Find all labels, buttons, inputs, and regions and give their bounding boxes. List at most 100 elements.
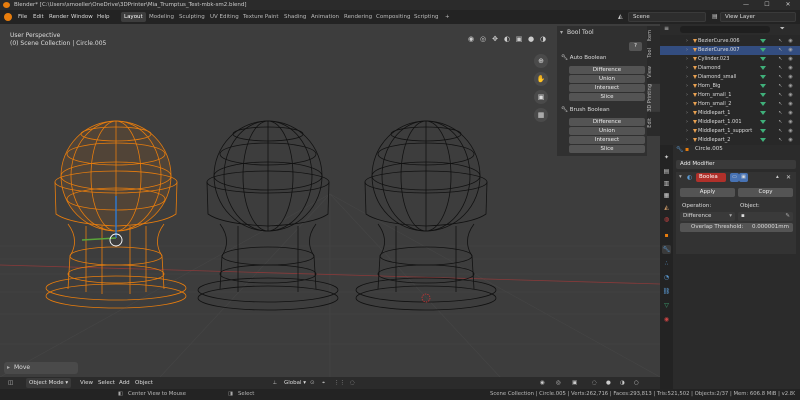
show-render-icon[interactable]: ▣ (739, 173, 748, 182)
outliner-item[interactable]: › Middlepart_1.001 ↖ ◉ (660, 118, 800, 127)
particles-tab-icon[interactable]: ∴ (662, 259, 671, 268)
tab-modeling[interactable]: Modeling (146, 12, 177, 22)
expand-icon[interactable]: › (686, 91, 688, 100)
expand-icon[interactable]: › (686, 64, 688, 73)
menu-render[interactable]: Render (49, 10, 69, 24)
select-toggle-icon[interactable]: ↖ (777, 83, 784, 90)
filter-icon[interactable]: ⏷ (780, 25, 785, 33)
shading-icon[interactable]: ◐ (502, 34, 512, 44)
material-shading-icon[interactable]: ◑ (538, 34, 548, 44)
maximize-button[interactable]: ☐ (757, 0, 777, 10)
tab-scripting[interactable]: Scripting (411, 12, 441, 22)
outliner-item[interactable]: › Middlepart_1_support ↖ ◉ (660, 127, 800, 136)
menu-select[interactable]: Select (98, 377, 115, 389)
object-field[interactable]: ▪ ✎ (738, 212, 793, 221)
tab-edit[interactable]: Edit (647, 118, 660, 128)
mode-selector[interactable]: Object Mode ▾ (26, 378, 72, 388)
data-tab-icon[interactable]: ▽ (662, 301, 671, 310)
material-tab-icon[interactable]: ◉ (662, 315, 671, 324)
menu-edit[interactable]: Edit (33, 10, 44, 24)
select-toggle-icon[interactable]: ↖ (777, 92, 784, 99)
select-toggle-icon[interactable]: ↖ (777, 74, 784, 81)
menu-help[interactable]: Help (97, 10, 110, 24)
expand-icon[interactable]: › (686, 37, 688, 46)
tab-compositing[interactable]: Compositing (373, 12, 413, 22)
overlays-icon[interactable]: ◎ (556, 377, 561, 389)
select-toggle-icon[interactable]: ↖ (777, 38, 784, 45)
expand-icon[interactable]: › (686, 73, 688, 82)
object-wireframe-3[interactable] (355, 120, 497, 311)
select-toggle-icon[interactable]: ↖ (777, 56, 784, 63)
collapse-icon[interactable]: ▾ (679, 174, 682, 180)
outliner-item[interactable]: › BezierCurve.006 ↖ ◉ (660, 37, 800, 46)
overlap-threshold-field[interactable]: Overlap Threshold: 0.000001mm (680, 223, 793, 232)
outliner-item[interactable]: › Horn_small_2 ↖ ◉ (660, 100, 800, 109)
tab-layout[interactable]: Layout (121, 12, 146, 22)
pivot-icon[interactable]: ⊙ (310, 377, 315, 389)
auto-intersect-button[interactable]: Intersect (569, 84, 645, 92)
expand-icon[interactable]: › (686, 100, 688, 109)
scene-selector[interactable]: Scene (628, 12, 706, 22)
expand-icon[interactable]: › (686, 82, 688, 91)
outliner-item[interactable]: › Horn_Big ↖ ◉ (660, 82, 800, 91)
select-toggle-icon[interactable]: ↖ (777, 110, 784, 117)
outliner-item[interactable]: › BezierCurve.007 ↖ ◉ (660, 46, 800, 55)
tab-tool[interactable]: Tool (647, 48, 660, 58)
close-button[interactable]: ✕ (778, 0, 798, 10)
auto-difference-button[interactable]: Difference (569, 66, 645, 74)
eye-icon[interactable]: ◉ (787, 74, 794, 81)
add-workspace-button[interactable]: + (442, 12, 453, 22)
scene-tab-icon[interactable]: ◭ (662, 203, 671, 212)
grid-icon[interactable]: ▦ (534, 108, 548, 122)
eye-icon[interactable]: ◉ (787, 38, 794, 45)
expand-icon[interactable]: › (686, 46, 688, 55)
menu-add[interactable]: Add (119, 377, 130, 389)
editor-type-icon[interactable]: ◫ (8, 377, 13, 389)
tab-texture-paint[interactable]: Texture Paint (240, 12, 282, 22)
eye-icon[interactable]: ◉ (787, 47, 794, 54)
object-wireframe-2[interactable] (197, 120, 339, 311)
menu-object[interactable]: Object (135, 377, 153, 389)
menu-file[interactable]: File (18, 10, 27, 24)
select-toggle-icon[interactable]: ↖ (777, 101, 784, 108)
operation-select[interactable]: Difference ▾ (680, 212, 735, 221)
minimize-button[interactable]: — (736, 0, 756, 10)
modifier-tab-icon[interactable]: 🔧︎ (662, 245, 671, 254)
expand-icon[interactable]: › (686, 127, 688, 136)
add-modifier-button[interactable]: Add Modifier (676, 160, 796, 169)
tab-rendering[interactable]: Rendering (341, 12, 375, 22)
outliner-item[interactable]: › Middlepart_1 ↖ ◉ (660, 109, 800, 118)
bool-tool-header[interactable]: ▾ Bool Tool (557, 26, 647, 40)
select-toggle-icon[interactable]: ↖ (777, 119, 784, 126)
last-operator-panel[interactable]: ▸ Move (4, 362, 78, 374)
outliner-search-input[interactable] (680, 26, 770, 33)
world-tab-icon[interactable]: ◍ (662, 215, 671, 224)
eye-icon[interactable]: ◉ (787, 83, 794, 90)
tab-shading[interactable]: Shading (281, 12, 309, 22)
xray-icon[interactable]: ▣ (514, 34, 524, 44)
help-button[interactable]: ? (629, 42, 642, 51)
select-toggle-icon[interactable]: ↖ (777, 47, 784, 54)
modifier-name-field[interactable]: Boolea (696, 173, 726, 182)
eye-icon[interactable]: ◉ (787, 92, 794, 99)
menu-view[interactable]: View (80, 377, 93, 389)
outliner-type-icon[interactable]: ≡ (664, 25, 669, 32)
tab-sculpting[interactable]: Sculpting (176, 12, 208, 22)
expand-icon[interactable]: › (686, 55, 688, 64)
tab-item[interactable]: Item (647, 30, 660, 41)
select-toggle-icon[interactable]: ↖ (777, 137, 784, 144)
tab-animation[interactable]: Animation (308, 12, 342, 22)
gizmo-y-axis[interactable] (81, 237, 117, 241)
expand-icon[interactable]: › (686, 118, 688, 127)
solid-icon[interactable]: ● (606, 377, 611, 389)
pan-hand-icon[interactable]: ✋ (534, 72, 548, 86)
camera-icon[interactable]: ▣ (534, 90, 548, 104)
rendered-icon[interactable]: ○ (634, 377, 639, 389)
apply-button[interactable]: Apply (680, 188, 735, 197)
wireframe-icon[interactable]: ◌ (592, 377, 597, 389)
viewport-gizmo-toggle-icon[interactable]: ◉ (540, 377, 545, 389)
auto-union-button[interactable]: Union (569, 75, 645, 83)
constraints-tab-icon[interactable]: ⛓︎ (662, 287, 671, 296)
outliner-item[interactable]: › Diamond ↖ ◉ (660, 64, 800, 73)
tool-tab-icon[interactable]: ✦ (662, 153, 671, 162)
